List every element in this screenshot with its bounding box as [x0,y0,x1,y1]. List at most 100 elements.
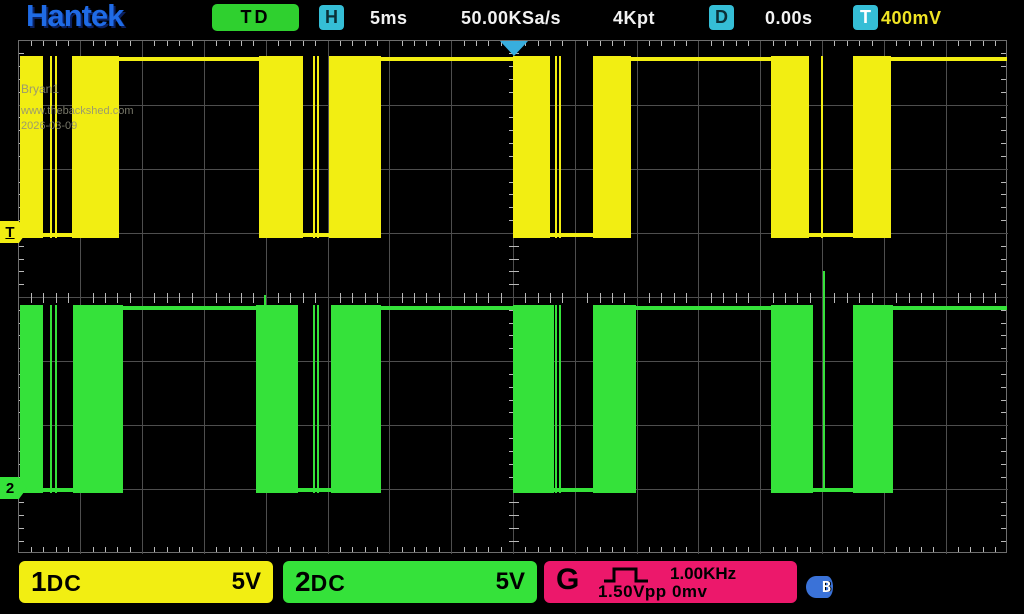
ch1-scale: 5V [231,568,261,595]
edge-tick-bottom [797,547,799,552]
center-axis-tick-x [710,292,712,303]
edge-tick-top [55,41,57,46]
watermark-line1: Bryan1 [21,82,60,96]
edge-tick-bottom [648,547,650,552]
edge-tick-bottom [30,547,32,552]
center-axis-tick-x [562,292,564,303]
center-axis-tick-x [352,292,354,303]
ch1-low-level-trace [20,233,119,237]
ch2-low-level-trace [771,488,893,492]
edge-tick-bottom [970,547,972,552]
edge-tick-top [970,41,972,46]
ch1-low-level-trace [513,233,631,237]
ch1-narrow-pulse [821,56,823,238]
edge-tick-bottom [166,547,168,552]
ch1-high-level-trace [381,57,513,61]
edge-tick-right [1001,450,1006,452]
edge-tick-right [1001,476,1006,478]
edge-tick-bottom [352,547,354,552]
edge-tick-bottom [278,547,280,552]
ch1-low-level-trace [771,233,891,237]
edge-tick-top [43,41,45,46]
edge-tick-right [1001,194,1006,196]
center-axis-tick-x [30,292,32,303]
edge-tick-top [784,41,786,46]
ch2-narrow-pulse [555,305,557,493]
edge-tick-top [377,41,378,46]
edge-tick-top [809,41,811,46]
center-axis-tick-x [117,292,119,303]
generator-status-box[interactable]: G 1.00KHz 1.50Vpp 0mv [544,561,797,603]
center-axis-tick-x [624,292,626,303]
ch2-burst-block [73,305,123,493]
edge-tick-top [747,41,749,46]
ch2-high-level-trace [893,306,1007,310]
edge-tick-left [19,540,24,542]
edge-tick-top [339,41,341,46]
center-axis-tick-x [673,292,675,303]
ch2-burst-block [853,305,893,493]
center-axis-tick-x [67,292,69,303]
watermark: Bryan1 www.thebackshed.com 2026-03-09 [21,83,134,135]
edge-tick-right [1001,515,1006,517]
ch2-narrow-pulse [50,305,52,493]
edge-tick-bottom [686,547,688,552]
edge-tick-top [772,41,774,46]
ch2-coupling: DC [310,570,346,596]
ch2-narrow-pulse [313,305,315,493]
generator-amplitude: 1.50Vpp [598,582,667,601]
ch1-high-level-trace [891,57,1007,61]
horizontal-icon[interactable]: H [319,5,344,30]
edge-tick-top [896,41,898,46]
center-axis-tick-y [508,245,519,247]
ch2-status-box[interactable]: 2DC 5V [283,561,537,603]
edge-tick-top [871,41,873,46]
edge-tick-right [1001,348,1006,350]
oscilloscope-screen: Hantek TD H 5ms 50.00KSa/s 4Kpt D 0.00s … [0,0,1024,614]
center-axis-tick-x [686,292,688,303]
generator-label: G [556,563,580,596]
center-axis-tick-y [508,258,519,260]
edge-tick-bottom [747,547,749,552]
edge-tick-top [562,41,564,46]
edge-tick-left [19,258,24,260]
center-axis-tick-x [401,292,403,303]
edge-tick-right [1001,271,1006,273]
edge-tick-top [315,41,317,46]
center-axis-tick-x [933,292,935,303]
center-axis-tick-x [846,292,848,303]
acquisition-mode-badge[interactable]: TD [212,4,299,31]
edge-tick-top [92,41,94,46]
edge-tick-bottom [228,547,230,552]
edge-tick-top [438,41,440,46]
center-axis-tick-x [253,292,255,303]
ch2-high-level-trace [123,306,256,310]
edge-tick-top [241,41,243,46]
ch1-coupling: DC [46,570,82,596]
ch2-glitch-spike [264,295,266,307]
center-axis-tick-x [599,292,601,303]
ch2-burst-block [593,305,636,493]
ch2-low-level-trace [256,488,381,492]
edge-tick-top [834,41,836,46]
edge-tick-top [587,41,589,46]
edge-tick-bottom [488,547,490,552]
edge-tick-bottom [673,547,675,552]
edge-tick-bottom [315,547,317,552]
edge-tick-bottom [920,547,922,552]
trigger-icon[interactable]: T [853,5,878,30]
edge-tick-left [19,515,24,517]
edge-tick-bottom [475,547,477,552]
center-axis-tick-x [537,292,539,303]
center-axis-tick-y [508,527,519,529]
ch1-narrow-pulse [317,56,319,238]
center-axis-tick-x [896,292,898,303]
center-axis-tick-x [488,292,490,303]
delay-icon[interactable]: D [709,5,734,30]
trigger-position-marker[interactable] [499,41,528,56]
edge-tick-right [1001,155,1006,157]
ch1-status-box[interactable]: 1DC 5V [19,561,273,603]
center-axis-tick-y [508,284,519,286]
edge-tick-right [1001,284,1006,286]
edge-tick-top [537,41,539,46]
